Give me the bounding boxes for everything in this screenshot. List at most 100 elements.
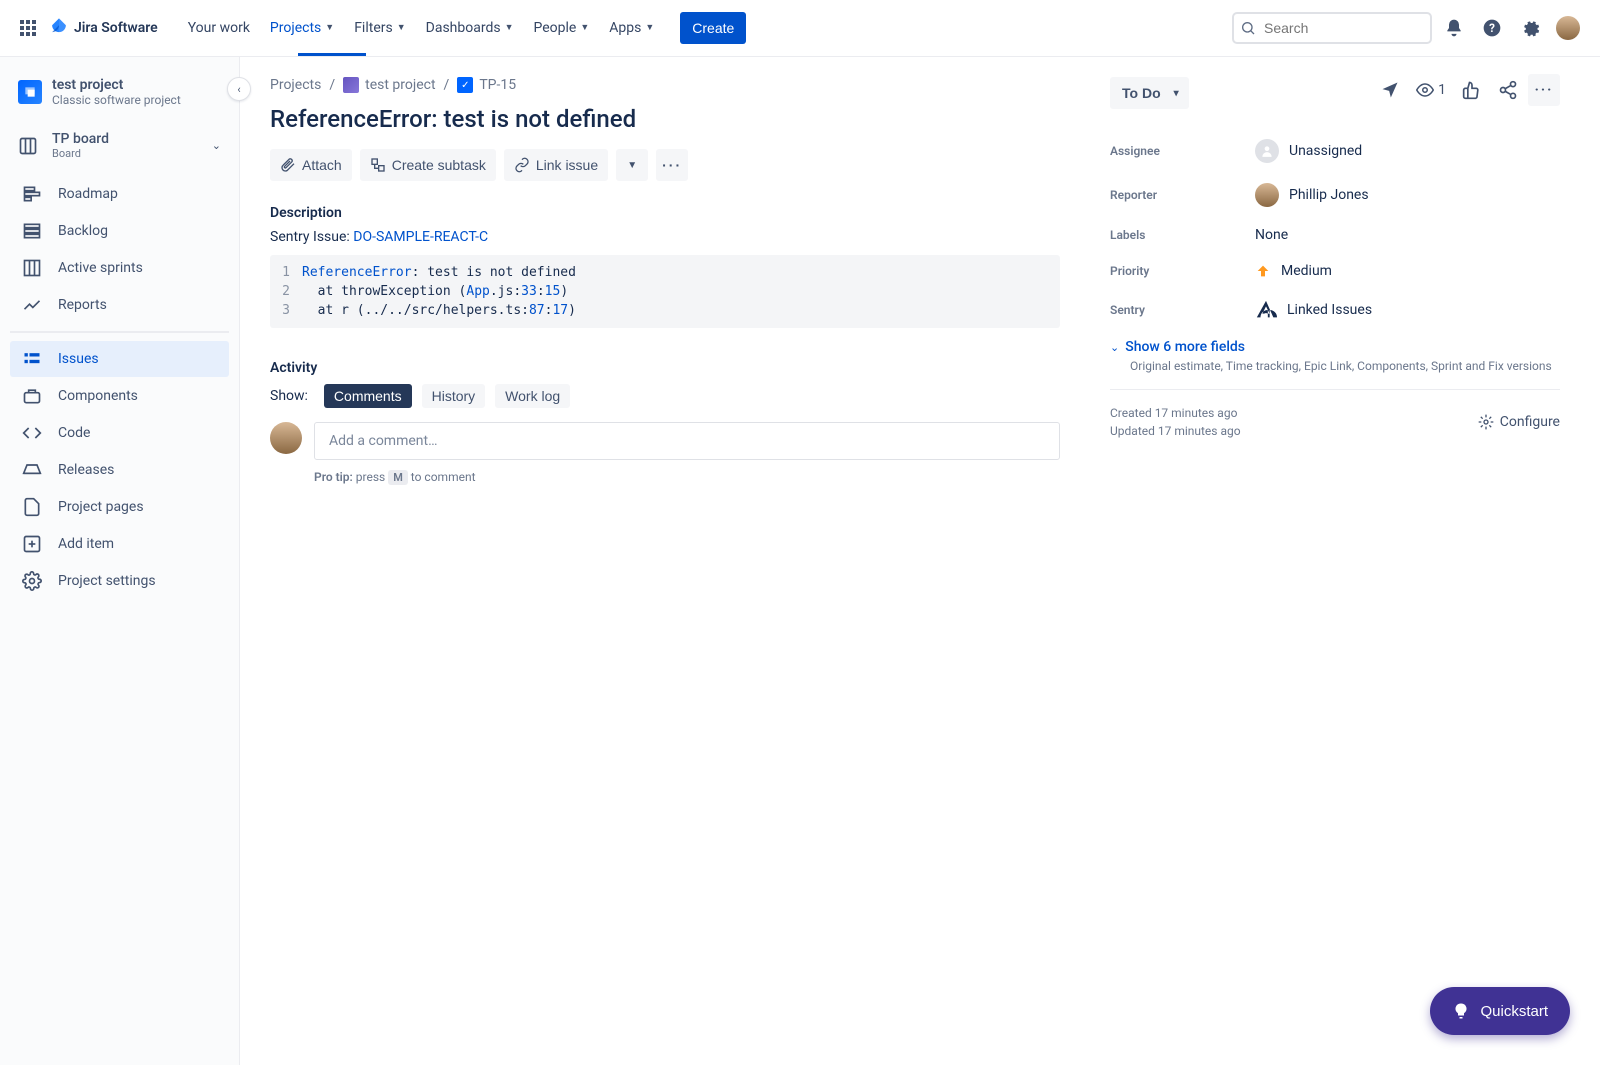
tab-comments[interactable]: Comments	[324, 384, 412, 408]
board-sub: Board	[52, 147, 109, 160]
field-labels[interactable]: Labels None	[1110, 217, 1560, 253]
sidebar-item-project-settings[interactable]: Project settings	[10, 563, 229, 599]
logo-text: Jira Software	[74, 20, 158, 36]
sentry-issue-link[interactable]: DO-SAMPLE-REACT-C	[353, 229, 488, 245]
sidebar-item-add-item[interactable]: Add item	[10, 526, 229, 562]
more-icon[interactable]: ···	[1528, 74, 1560, 106]
status-dropdown[interactable]: To Do	[1110, 77, 1189, 109]
notifications-icon[interactable]	[1438, 12, 1470, 44]
give-feedback-icon[interactable]	[1374, 74, 1406, 106]
link-issue-button[interactable]: Link issue	[504, 149, 608, 181]
task-icon: ✓	[457, 77, 473, 93]
help-icon[interactable]: ?	[1476, 12, 1508, 44]
link-dropdown-button[interactable]: ▼	[616, 149, 648, 181]
comment-input[interactable]: Add a comment…	[314, 422, 1060, 460]
unassigned-avatar-icon	[1255, 139, 1279, 163]
priority-medium-icon	[1255, 263, 1271, 279]
backlog-icon	[20, 221, 44, 241]
nav-items: Your work Projects▼ Filters▼ Dashboards▼…	[178, 12, 747, 44]
nav-dashboards[interactable]: Dashboards▼	[418, 12, 522, 44]
vote-icon[interactable]	[1456, 74, 1488, 106]
nav-filters[interactable]: Filters▼	[346, 12, 413, 44]
reports-icon	[20, 295, 44, 315]
sprints-icon	[20, 258, 44, 278]
project-icon	[18, 80, 42, 104]
show-label: Show:	[270, 388, 308, 404]
chevron-down-icon: ▼	[505, 22, 514, 33]
tab-work-log[interactable]: Work log	[495, 384, 570, 408]
svg-text:?: ?	[1489, 21, 1495, 35]
search-input[interactable]	[1232, 12, 1432, 44]
show-more-detail: Original estimate, Time tracking, Epic L…	[1130, 359, 1560, 373]
chevron-down-icon: ▼	[580, 22, 589, 33]
breadcrumb: Projects / test project / ✓ TP-15	[270, 77, 1060, 93]
activity-heading: Activity	[270, 360, 1060, 376]
create-subtask-button[interactable]: Create subtask	[360, 149, 496, 181]
field-priority[interactable]: Priority Medium	[1110, 253, 1560, 289]
divider	[1110, 389, 1560, 390]
board-selector[interactable]: TP board Board ⌄	[10, 123, 229, 168]
nav-people[interactable]: People▼	[526, 12, 598, 44]
chevron-down-icon: ▼	[325, 22, 334, 33]
issue-header-actions: 1 ···	[1374, 74, 1560, 106]
breadcrumb-project[interactable]: test project	[365, 77, 435, 93]
activity-tabs: Show: Comments History Work log	[270, 384, 1060, 408]
created-time: Created 17 minutes ago	[1110, 406, 1241, 420]
issue-title[interactable]: ReferenceError: test is not defined	[270, 105, 1060, 133]
field-sentry[interactable]: Sentry Linked Issues	[1110, 289, 1560, 331]
quickstart-button[interactable]: Quickstart	[1430, 987, 1570, 1035]
sidebar-item-project-pages[interactable]: Project pages	[10, 489, 229, 525]
nav-active-indicator	[298, 53, 366, 56]
more-actions-button[interactable]: ···	[656, 149, 688, 181]
sidebar-item-issues[interactable]: Issues	[10, 341, 229, 377]
profile-avatar[interactable]	[1552, 12, 1584, 44]
sidebar-divider	[10, 331, 229, 333]
show-more-fields[interactable]: ⌄ Show 6 more fields	[1110, 339, 1560, 355]
chevron-down-icon: ▼	[645, 22, 654, 33]
sidebar-item-backlog[interactable]: Backlog	[10, 213, 229, 249]
field-assignee[interactable]: Assignee Unassigned	[1110, 129, 1560, 173]
current-user-avatar	[270, 422, 302, 454]
search-box	[1232, 12, 1432, 44]
nav-your-work[interactable]: Your work	[180, 12, 258, 44]
share-icon[interactable]	[1492, 74, 1524, 106]
breadcrumb-issue[interactable]: TP-15	[479, 77, 516, 93]
pro-tip: Pro tip: press M to comment	[314, 470, 1060, 484]
issue-actions: Attach Create subtask Link issue ▼ ···	[270, 149, 1060, 181]
settings-icon[interactable]	[1514, 12, 1546, 44]
field-reporter[interactable]: Reporter Phillip Jones	[1110, 173, 1560, 217]
watchers-button[interactable]: 1	[1410, 81, 1452, 99]
breadcrumb-projects[interactable]: Projects	[270, 77, 321, 93]
nav-apps[interactable]: Apps▼	[601, 12, 662, 44]
top-nav: Jira Software Your work Projects▼ Filter…	[0, 0, 1600, 56]
project-header[interactable]: test project Classic software project	[10, 77, 229, 123]
issues-icon	[20, 349, 44, 369]
sidebar-item-reports[interactable]: Reports	[10, 287, 229, 323]
create-button[interactable]: Create	[680, 12, 746, 44]
lightbulb-icon	[1452, 1002, 1470, 1020]
sidebar-item-active-sprints[interactable]: Active sprints	[10, 250, 229, 286]
code-block: 1ReferenceError: test is not defined 2 a…	[270, 255, 1060, 328]
project-name: test project	[52, 77, 181, 93]
attach-button[interactable]: Attach	[270, 149, 352, 181]
pages-icon	[20, 497, 44, 517]
chevron-down-icon: ⌄	[212, 139, 221, 152]
collapse-sidebar-icon[interactable]: ‹	[227, 77, 251, 101]
sidebar-item-code[interactable]: Code	[10, 415, 229, 451]
chevron-down-icon: ▼	[397, 22, 406, 33]
description-text[interactable]: Sentry Issue: DO-SAMPLE-REACT-C	[270, 229, 1060, 245]
configure-button[interactable]: Configure	[1478, 406, 1560, 438]
description-heading: Description	[270, 205, 1060, 221]
sidebar-item-components[interactable]: Components	[10, 378, 229, 414]
sidebar-item-releases[interactable]: Releases	[10, 452, 229, 488]
sidebar-item-roadmap[interactable]: Roadmap	[10, 176, 229, 212]
board-name: TP board	[52, 131, 109, 147]
tab-history[interactable]: History	[422, 384, 486, 408]
search-icon	[1240, 20, 1256, 36]
nav-projects[interactable]: Projects▼	[262, 12, 342, 44]
sidebar: ‹ test project Classic software project …	[0, 57, 240, 1065]
project-icon	[343, 77, 359, 93]
app-switcher-icon[interactable]	[16, 16, 40, 40]
jira-logo[interactable]: Jira Software	[48, 17, 158, 39]
sentry-icon	[1255, 299, 1277, 321]
